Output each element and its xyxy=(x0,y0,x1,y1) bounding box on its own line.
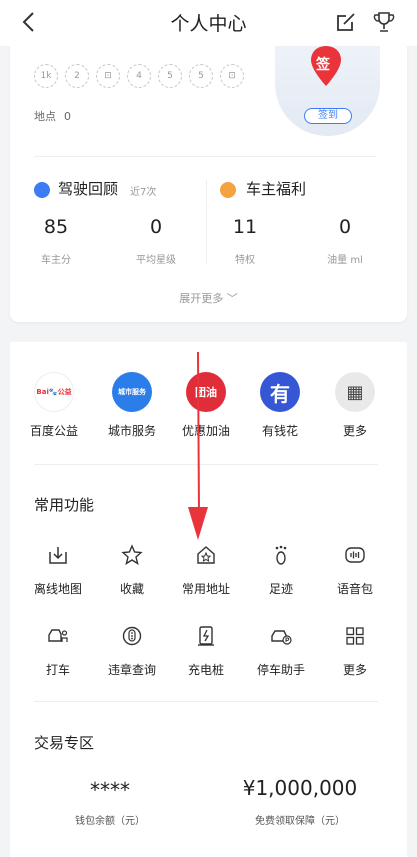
trophy-icon[interactable] xyxy=(373,10,395,34)
badge[interactable]: 2 xyxy=(65,64,89,88)
function-voice-pack[interactable]: 语音包 xyxy=(315,544,395,597)
download-map-icon xyxy=(49,547,67,564)
wallet-balance-value[interactable]: **** xyxy=(50,778,170,802)
function-label: 离线地图 xyxy=(33,582,82,596)
function-common-address[interactable]: 常用地址 xyxy=(166,544,246,597)
driver-score-value: 85 xyxy=(43,216,69,238)
function-violation-query[interactable]: 违章查询 xyxy=(92,625,172,678)
baidu-charity-icon: Bai🐾公益 xyxy=(34,372,74,412)
function-taxi[interactable]: 打车 xyxy=(18,625,98,678)
pin-label: 签 xyxy=(316,57,330,73)
function-footprint[interactable]: 足迹 xyxy=(241,544,321,597)
driving-review-subtitle: 近7次 xyxy=(130,187,157,198)
places-count: 地点 0 xyxy=(34,108,71,124)
function-label: 充电桩 xyxy=(187,663,224,677)
divider xyxy=(206,180,207,264)
fuel-value: 0 xyxy=(338,216,352,238)
violation-icon xyxy=(122,626,142,646)
expand-more-button[interactable]: 展开更多 ﹀ xyxy=(10,290,407,306)
function-label: 语音包 xyxy=(336,582,373,596)
privileges-value: 11 xyxy=(232,216,258,238)
service-item[interactable]: 城市服务 城市服务 xyxy=(92,372,172,439)
youqianhua-icon: 有 xyxy=(260,372,300,412)
badge[interactable]: 1k xyxy=(34,64,58,88)
function-label: 打车 xyxy=(45,663,70,677)
function-label: 更多 xyxy=(342,663,367,677)
badge[interactable]: 5 xyxy=(158,64,182,88)
function-label: 足迹 xyxy=(268,582,293,596)
service-item[interactable]: ▦ 更多 xyxy=(315,372,395,439)
avg-stars-label: 平均星级 xyxy=(136,255,176,266)
avg-stars-value: 0 xyxy=(149,216,163,238)
function-more[interactable]: 更多 xyxy=(315,625,395,678)
parking-icon xyxy=(271,630,292,645)
privileges-label: 特权 xyxy=(235,255,255,266)
car-person-icon xyxy=(48,629,68,642)
driving-review-title[interactable]: 驾驶回顾 xyxy=(58,178,118,199)
gift-icon xyxy=(220,182,236,198)
driver-score-label: 车主分 xyxy=(41,255,71,266)
grid-icon xyxy=(346,627,364,645)
function-parking-assistant[interactable]: 停车助手 xyxy=(241,625,321,678)
charging-icon xyxy=(198,626,214,646)
service-label: 更多 xyxy=(342,424,367,438)
home-star-icon xyxy=(197,546,215,564)
service-item[interactable]: Bai🐾公益 百度公益 xyxy=(14,372,94,439)
fuel-label: 油量 ml xyxy=(327,255,363,266)
checkin-button[interactable]: 签到 xyxy=(304,108,352,124)
wallet-balance-label: 钱包余额（元） xyxy=(75,816,145,827)
divider xyxy=(34,156,376,157)
places-label: 地点 xyxy=(34,110,56,123)
function-label: 常用地址 xyxy=(181,582,230,596)
owner-benefits-title[interactable]: 车主福利 xyxy=(246,178,306,199)
badge[interactable]: ⊡ xyxy=(220,64,244,88)
function-charging-pile[interactable]: 充电桩 xyxy=(166,625,246,678)
divider xyxy=(34,701,378,702)
service-item[interactable]: 有 有钱花 xyxy=(240,372,320,439)
footprint-icon xyxy=(275,545,287,565)
city-services-icon: 城市服务 xyxy=(112,372,152,412)
badge[interactable]: 5 xyxy=(189,64,213,88)
trade-zone-title: 交易专区 xyxy=(34,734,95,752)
guarantee-value[interactable]: ¥1,000,000 xyxy=(225,776,375,800)
service-label: 百度公益 xyxy=(29,424,78,438)
badge[interactable]: ⊡ xyxy=(96,64,120,88)
function-favorites[interactable]: 收藏 xyxy=(92,544,172,597)
star-icon xyxy=(121,544,143,566)
function-offline-map[interactable]: 离线地图 xyxy=(18,544,98,597)
more-grid-icon: ▦ xyxy=(335,372,375,412)
service-label: 城市服务 xyxy=(107,424,156,438)
badge-row: 1k 2 ⊡ 4 5 5 ⊡ xyxy=(34,64,244,88)
service-label: 有钱花 xyxy=(261,424,298,438)
places-value: 0 xyxy=(64,110,71,123)
annotation-arrow-icon xyxy=(188,352,208,540)
car-icon xyxy=(34,182,50,198)
guarantee-label: 免费领取保障（元） xyxy=(255,816,345,827)
voice-icon xyxy=(345,547,365,563)
edit-icon[interactable] xyxy=(335,11,357,33)
common-functions-title: 常用功能 xyxy=(34,496,95,514)
profile-card: 1k 2 ⊡ 4 5 5 ⊡ 地点 0 签 签到 驾驶回顾 近7次 85 车主分 … xyxy=(10,46,407,322)
function-label: 收藏 xyxy=(119,582,144,596)
function-label: 违章查询 xyxy=(107,663,156,677)
function-label: 停车助手 xyxy=(256,663,305,677)
top-nav-bar: 个人中心 xyxy=(0,0,417,46)
badge[interactable]: 4 xyxy=(127,64,151,88)
